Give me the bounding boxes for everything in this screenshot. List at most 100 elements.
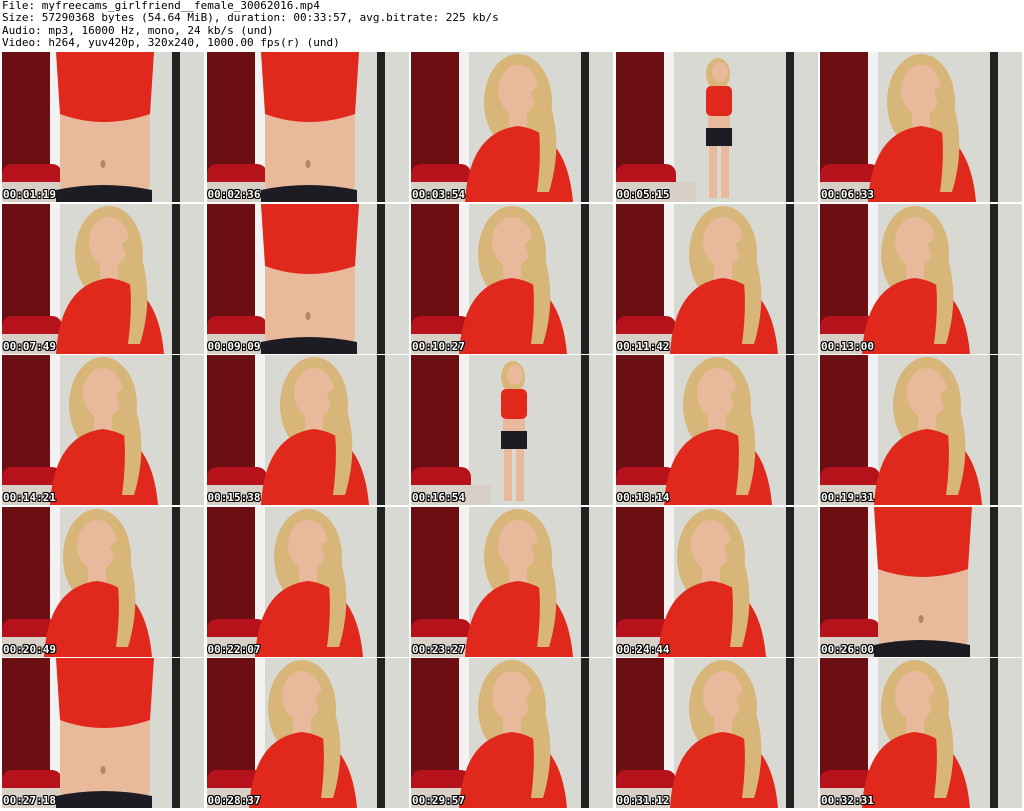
black-shorts	[260, 185, 357, 202]
face	[901, 65, 941, 115]
frame-image	[2, 203, 204, 354]
left-leg	[504, 449, 512, 501]
door-frame	[376, 203, 385, 354]
face	[702, 216, 743, 267]
face	[498, 519, 538, 570]
black-shorts	[56, 185, 152, 202]
frame-timestamp: 00:05:15	[616, 188, 670, 201]
right-leg	[720, 146, 729, 198]
thumbnail-frame: 00:26:00	[820, 506, 1022, 657]
frame-timestamp: 00:32:31	[821, 794, 874, 807]
face	[711, 62, 728, 82]
frame-timestamp: 00:26:00	[821, 642, 874, 656]
left-leg	[708, 146, 717, 198]
frame-image	[615, 355, 818, 505]
file-size-line: Size: 57290368 bytes (54.64 MiB), durati…	[2, 11, 499, 25]
black-shorts	[501, 431, 527, 449]
thumbnail-frame: 00:02:36	[206, 52, 409, 202]
red-top	[56, 52, 154, 122]
face	[696, 368, 737, 418]
door-frame	[376, 506, 385, 657]
frame-timestamp: 00:15:38	[207, 491, 261, 504]
frame-timestamp: 00:14:21	[3, 491, 56, 504]
frame-image	[411, 658, 613, 808]
frame-image	[2, 52, 204, 202]
face	[293, 368, 334, 418]
thumbnail-frame: 00:10:27	[411, 203, 613, 354]
thumbnail-frame: 00:13:00	[820, 203, 1022, 354]
face	[498, 65, 538, 115]
red-top	[501, 389, 527, 419]
door-frame	[785, 52, 794, 202]
midriff	[707, 116, 730, 128]
frame-timestamp: 00:11:42	[616, 339, 670, 353]
face	[895, 671, 935, 721]
frame-timestamp: 00:16:54	[412, 491, 465, 504]
frame-timestamp: 00:09:09	[207, 339, 261, 353]
navel	[100, 160, 106, 168]
frame-image	[615, 658, 818, 808]
midriff	[503, 419, 525, 431]
frame-timestamp: 00:02:36	[207, 188, 261, 201]
frame-timestamp: 00:10:27	[412, 339, 465, 353]
face	[83, 368, 123, 418]
frame-image	[820, 658, 1022, 808]
navel	[100, 766, 106, 774]
frame-image	[2, 506, 204, 657]
frame-image	[615, 506, 818, 657]
frame-image	[615, 203, 818, 354]
thumbnail-frame: 00:27:18	[2, 658, 204, 808]
frame-image	[411, 506, 613, 657]
file-info-header: File: myfreecams_girlfriend__female_3006…	[2, 0, 1022, 50]
thumbnail-frame: 00:29:57	[411, 658, 613, 808]
thumbnail-frame: 00:09:09	[206, 203, 409, 354]
thumbnail-frame: 00:24:44	[615, 506, 818, 657]
video-info-line: Video: h264, yuv420p, 320x240, 1000.00 f…	[2, 36, 340, 50]
frame-image	[2, 355, 204, 505]
frame-image	[411, 203, 613, 354]
frame-timestamp: 00:24:44	[616, 642, 670, 656]
black-shorts	[56, 791, 152, 808]
frame-image	[206, 52, 409, 202]
thumbnail-frame: 00:06:33	[820, 52, 1022, 202]
navel	[918, 614, 924, 623]
face	[89, 216, 129, 267]
red-top	[260, 52, 359, 122]
frame-timestamp: 00:07:49	[3, 339, 56, 353]
thumbnail-frame: 00:07:49	[2, 203, 204, 354]
navel	[305, 311, 310, 320]
door-frame	[990, 355, 998, 505]
frame-image	[820, 355, 1022, 505]
thumbnail-grid: 00:01:19 00:02:36 00:03:54 00:05:15 00:06:33…	[2, 52, 1022, 808]
face	[77, 519, 117, 570]
red-top	[874, 506, 972, 577]
black-shorts	[874, 639, 970, 657]
door-frame	[990, 52, 998, 202]
navel	[305, 160, 310, 168]
door-frame	[581, 203, 589, 354]
door-frame	[376, 658, 385, 808]
door-frame	[990, 506, 998, 657]
frame-image	[206, 506, 409, 657]
thumbnail-frame: 00:23:27	[411, 506, 613, 657]
frame-image	[615, 52, 818, 202]
frame-timestamp: 00:06:33	[821, 188, 874, 201]
face	[281, 671, 322, 721]
thumbnail-frame: 00:05:15	[615, 52, 818, 202]
frame-timestamp: 00:31:12	[616, 794, 670, 807]
thumbnail-frame: 00:01:19	[2, 52, 204, 202]
thumbnail-frame: 00:31:12	[615, 658, 818, 808]
frame-timestamp: 00:27:18	[3, 794, 56, 807]
frame-timestamp: 00:18:14	[616, 491, 670, 504]
thumbnail-frame: 00:03:54	[411, 52, 613, 202]
door-frame	[785, 506, 794, 657]
door-frame	[172, 52, 180, 202]
frame-image	[2, 658, 204, 808]
frame-timestamp: 00:01:19	[3, 188, 56, 201]
thumbnail-frame: 00:16:54	[411, 355, 613, 505]
right-leg	[516, 449, 524, 501]
thumbnail-frame: 00:14:21	[2, 355, 204, 505]
thumbnail-frame: 00:32:31	[820, 658, 1022, 808]
thumbnail-frame: 00:18:14	[615, 355, 818, 505]
door-frame	[990, 658, 998, 808]
